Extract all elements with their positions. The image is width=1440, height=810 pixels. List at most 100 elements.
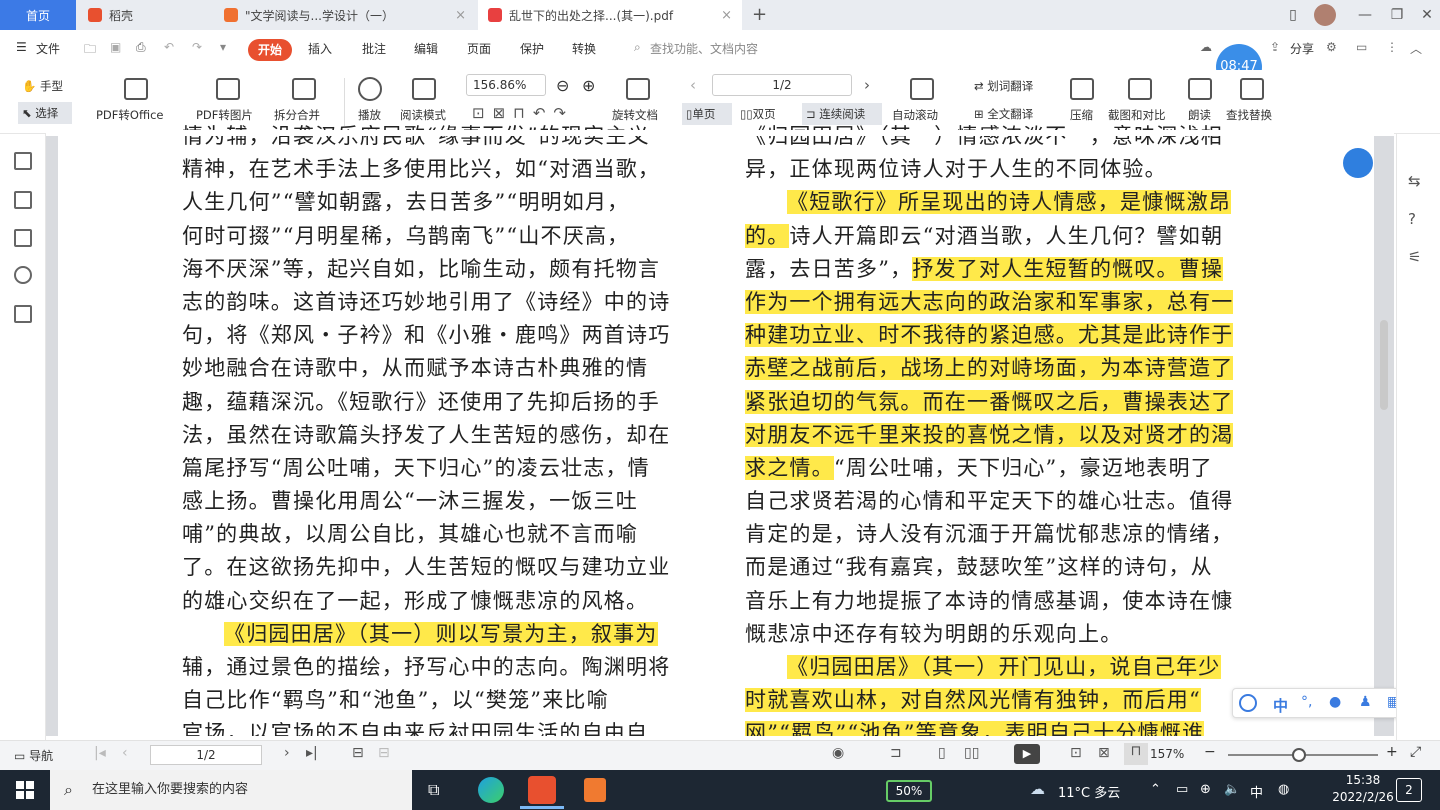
layout-icon[interactable]: ▯ bbox=[1276, 0, 1310, 30]
tray-chevron-icon[interactable]: ⌃ bbox=[1150, 782, 1161, 797]
thumbnail-icon[interactable] bbox=[14, 191, 32, 209]
settings-sliders-icon[interactable]: ⚟ bbox=[1408, 248, 1421, 266]
first-page-icon[interactable]: |◂ bbox=[94, 745, 106, 761]
tab-daoke[interactable]: 稻壳 bbox=[78, 0, 212, 30]
taskbar-search[interactable]: 在这里输入你要搜索的内容 bbox=[50, 770, 412, 810]
tab-pdf-active[interactable]: 乱世下的出处之择...(其一).pdf × bbox=[478, 0, 742, 30]
signature-icon[interactable] bbox=[14, 305, 32, 323]
menu-annotate[interactable]: 批注 bbox=[362, 40, 386, 57]
page-number-input[interactable]: 1/2 bbox=[712, 74, 852, 96]
close-icon[interactable]: × bbox=[455, 8, 466, 23]
sync-icon[interactable]: ☁ bbox=[1200, 40, 1212, 54]
open-folder-icon[interactable]: 🗀 bbox=[84, 40, 96, 61]
battery-indicator[interactable]: 50% bbox=[886, 780, 932, 802]
collapse-ribbon-icon[interactable]: ︿ bbox=[1410, 40, 1422, 57]
zoom-fit-icon[interactable]: ⊓ bbox=[1124, 743, 1148, 765]
windows-start-icon[interactable] bbox=[16, 781, 34, 799]
tab-document-2[interactable]: "文学阅读与...学设计（一） × bbox=[214, 0, 476, 30]
punctuation-icon[interactable]: °, bbox=[1301, 694, 1312, 710]
menu-page[interactable]: 页面 bbox=[467, 40, 491, 57]
translate-side-icon[interactable]: ⇆ bbox=[1408, 172, 1421, 190]
translate-float-button[interactable] bbox=[1343, 148, 1373, 178]
gear-icon[interactable]: ⚙ bbox=[1326, 40, 1337, 54]
volume-icon[interactable]: 🔈 bbox=[1224, 782, 1240, 797]
prev-page-icon[interactable]: ‹ bbox=[690, 76, 696, 94]
zoom-in-status-icon[interactable]: + bbox=[1386, 744, 1398, 760]
zoom-out-status-icon[interactable]: − bbox=[1204, 744, 1216, 760]
fit-page-icon[interactable]: ⊟ bbox=[352, 745, 364, 761]
hamburger-icon[interactable]: ☰ bbox=[16, 40, 27, 54]
edge-icon[interactable] bbox=[478, 777, 504, 803]
menu-edit[interactable]: 编辑 bbox=[414, 40, 438, 57]
single-status-icon[interactable]: ▯ bbox=[938, 745, 946, 761]
pdf-to-office-button[interactable]: PDF转Office bbox=[96, 107, 163, 123]
last-page-icon[interactable]: ▸| bbox=[306, 745, 318, 761]
notification-center[interactable]: 2 bbox=[1396, 778, 1422, 802]
ppt-taskbar-icon[interactable] bbox=[584, 778, 606, 802]
status-page-input[interactable]: 1/2 bbox=[150, 745, 262, 765]
zoom-select[interactable]: 156.86% bbox=[466, 74, 546, 96]
wps-icon[interactable] bbox=[528, 776, 556, 804]
menu-convert[interactable]: 转换 bbox=[572, 40, 596, 57]
user-icon[interactable]: ♟ bbox=[1359, 694, 1372, 710]
task-view-icon[interactable]: ⧉ bbox=[428, 780, 439, 800]
undo-icon[interactable]: ↶ bbox=[164, 40, 174, 54]
translate-button[interactable]: ⇄ 划词翻译 bbox=[974, 78, 1033, 94]
tab-home[interactable]: 首页 bbox=[0, 0, 76, 30]
double-status-icon[interactable]: ▯▯ bbox=[964, 745, 979, 761]
attachment-icon[interactable] bbox=[14, 266, 32, 284]
comment-panel-icon[interactable] bbox=[14, 229, 32, 247]
ppt-icon bbox=[224, 8, 238, 22]
select-tool[interactable]: ⬉ 选择 bbox=[18, 102, 72, 124]
minimize-icon[interactable]: — bbox=[1348, 0, 1382, 30]
menu-file[interactable]: 文件 bbox=[36, 40, 60, 57]
prev-page-status-icon[interactable]: ‹ bbox=[122, 745, 128, 761]
text-line: 异，正体现两位诗人对于人生的不同体验。 bbox=[745, 153, 1248, 186]
close-window-icon[interactable]: ✕ bbox=[1410, 0, 1440, 30]
search-box[interactable]: 查找功能、文档内容 bbox=[650, 40, 758, 57]
fit-icon[interactable]: ⊡ bbox=[1070, 745, 1082, 761]
menu-start[interactable]: 开始 bbox=[248, 39, 292, 61]
more-icon[interactable]: ⋮ bbox=[1386, 40, 1398, 54]
actual-size-icon[interactable]: ⊠ bbox=[1098, 745, 1110, 761]
chevron-down-icon[interactable]: ▾ bbox=[220, 40, 226, 54]
zoom-in-icon[interactable]: ⊕ bbox=[582, 76, 595, 95]
next-page-icon[interactable]: › bbox=[864, 76, 870, 94]
zoom-slider-thumb[interactable] bbox=[1291, 748, 1306, 762]
help-icon[interactable]: ? bbox=[1408, 210, 1416, 228]
fit-width-icon[interactable]: ⊟ bbox=[378, 745, 390, 761]
play-status-icon[interactable]: ▶ bbox=[1014, 744, 1040, 764]
ime-chinese-toggle[interactable]: 中 bbox=[1273, 695, 1288, 716]
ime-float-toolbar[interactable]: 中 °, ● ♟ ▦ bbox=[1232, 688, 1410, 718]
status-zoom[interactable]: 157% bbox=[1150, 747, 1184, 761]
redo-icon[interactable]: ↷ bbox=[192, 40, 202, 54]
menu-insert[interactable]: 插入 bbox=[308, 40, 332, 57]
bookmark-icon[interactable] bbox=[14, 152, 32, 170]
new-tab-button[interactable]: + bbox=[752, 0, 767, 30]
restore-icon[interactable]: ❐ bbox=[1380, 0, 1414, 30]
hand-tool[interactable]: ✋ 手型 bbox=[22, 78, 63, 94]
avatar[interactable] bbox=[1314, 4, 1336, 26]
weather[interactable]: 11°C 多云 bbox=[1058, 782, 1120, 801]
eye-care-icon[interactable]: ◉ bbox=[832, 745, 844, 761]
nav-toggle[interactable]: ▭ 导航 bbox=[14, 747, 53, 764]
single-page-button[interactable]: ▯单页 bbox=[682, 103, 732, 125]
share-button[interactable]: 分享 bbox=[1290, 40, 1314, 57]
vertical-scrollbar[interactable] bbox=[1380, 320, 1388, 410]
next-page-status-icon[interactable]: › bbox=[284, 745, 290, 761]
mic-icon[interactable]: ● bbox=[1329, 694, 1341, 710]
continuous-status-icon[interactable]: ⊐ bbox=[890, 745, 902, 761]
close-icon[interactable]: × bbox=[721, 8, 732, 23]
menu-protect[interactable]: 保护 bbox=[520, 40, 544, 57]
comment-icon[interactable]: ▭ bbox=[1356, 40, 1367, 54]
globe-icon[interactable]: ⊕ bbox=[1200, 782, 1211, 797]
text-line: 而是通过“我有嘉宾，鼓瑟吹笙”这样的诗句，从 bbox=[745, 551, 1248, 584]
save-icon[interactable]: ▣ bbox=[110, 40, 121, 54]
print-icon[interactable]: ⎙ bbox=[136, 40, 146, 55]
ime-indicator[interactable]: 中 bbox=[1250, 782, 1263, 801]
ime-logo-tray-icon[interactable]: ◍ bbox=[1278, 782, 1289, 797]
clock-date[interactable]: 15:38 2022/2/26 bbox=[1330, 772, 1396, 806]
network-icon[interactable]: ▭ bbox=[1176, 782, 1188, 797]
zoom-out-icon[interactable]: ⊖ bbox=[556, 76, 569, 95]
fullscreen-icon[interactable]: ⤢ bbox=[1410, 744, 1421, 760]
